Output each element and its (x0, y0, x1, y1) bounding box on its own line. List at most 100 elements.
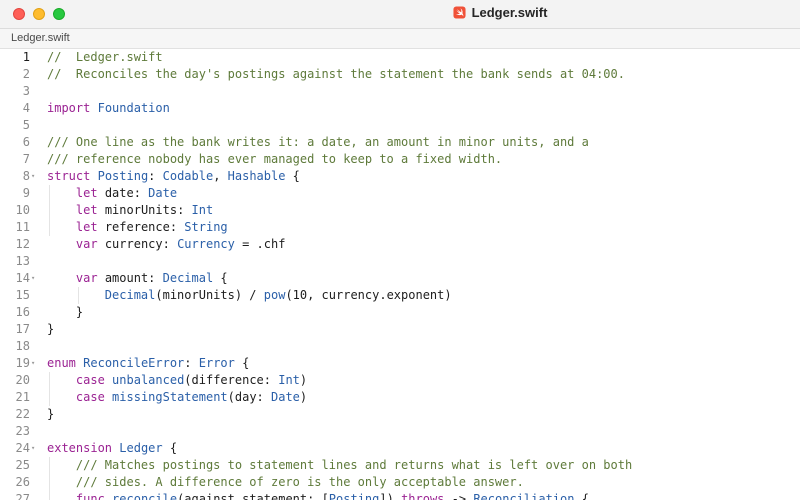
code-token: String (184, 220, 228, 234)
line-number: 19 (15, 356, 30, 370)
code-token: let (75, 203, 98, 217)
fold-chevron-icon[interactable]: ▾ (31, 355, 35, 372)
code-token: Int (191, 203, 214, 217)
code-line[interactable]: 21 case missingStatement(day: Date) (0, 389, 800, 406)
line-number: 9 (22, 186, 30, 200)
code-line[interactable]: 18 (0, 338, 800, 355)
fold-chevron-icon[interactable]: ▾ (31, 168, 35, 185)
code-line[interactable]: 20 case unbalanced(difference: Int) (0, 372, 800, 389)
code-line[interactable]: 2 // Reconciles the day's postings agains… (0, 66, 800, 83)
code-line[interactable]: 3 (0, 83, 800, 100)
code-token: -> (444, 492, 474, 500)
code-token: } (47, 305, 84, 319)
code-line[interactable]: 22} (0, 406, 800, 423)
file-tab[interactable]: Ledger.swift (11, 32, 70, 44)
line-number: 15 (15, 288, 30, 302)
code-editor[interactable]: 1 // Ledger.swift 2 // Reconciles the day's… (0, 49, 800, 500)
code-line[interactable]: 14 ▾ var amount: Decimal { (0, 270, 800, 287)
swift-file-icon (453, 6, 466, 19)
code-token: Int (278, 373, 300, 387)
code-token: minorUnits: (97, 203, 192, 217)
code-token: /// Matches postings to statement lines … (47, 458, 633, 472)
code-token: Decimal (162, 271, 214, 285)
line-number: 11 (15, 220, 30, 234)
line-number: 14 (15, 271, 30, 285)
code-line[interactable]: 16 } (0, 304, 800, 321)
code-line[interactable]: 6 /// One line as the bank writes it: a d… (0, 134, 800, 151)
line-number: 21 (15, 390, 30, 404)
code-text: /// One line as the bank writes it: a da… (47, 134, 589, 151)
code-line[interactable]: 27 func reconcile(against statement: [Po… (0, 491, 800, 500)
code-token: (minorUnits) / (155, 288, 264, 302)
line-number: 10 (15, 203, 30, 217)
code-line[interactable]: 11 let reference: String (0, 219, 800, 236)
code-text: import Foundation (47, 100, 170, 117)
code-token: : (184, 356, 199, 370)
code-line[interactable]: 17} (0, 321, 800, 338)
code-text: /// reference nobody has ever managed to… (47, 151, 502, 168)
code-token: let (75, 186, 98, 200)
code-line[interactable]: 25 /// Matches postings to statement lin… (0, 457, 800, 474)
code-line[interactable]: 12 var currency: Currency = .chf (0, 236, 800, 253)
title-container: Ledger.swift (0, 5, 800, 24)
path-bar: Ledger.swift (0, 29, 800, 49)
code-token: (difference: (184, 373, 279, 387)
code-token: let (75, 220, 98, 234)
code-token: reconcile (112, 492, 178, 500)
line-number: 17 (15, 322, 30, 336)
code-token: amount: (97, 271, 163, 285)
code-token: { (234, 356, 250, 370)
line-number: 18 (15, 339, 30, 353)
code-line[interactable]: 19 ▾ enum ReconcileError: Error { (0, 355, 800, 372)
code-token: /// reference nobody has ever managed to… (47, 152, 503, 166)
code-token: Posting (97, 169, 149, 183)
code-token: var (75, 237, 98, 251)
line-number: 13 (15, 254, 30, 268)
code-line[interactable]: 23 (0, 423, 800, 440)
code-line[interactable]: 1 // Ledger.swift (0, 49, 800, 66)
code-line[interactable]: 24 ▾ extension Ledger { (0, 440, 800, 457)
fold-chevron-icon[interactable]: ▾ (31, 270, 35, 287)
code-text: /// sides. A difference of zero is the o… (47, 474, 524, 491)
window-title: Ledger.swift (453, 5, 547, 20)
code-line[interactable]: 26 /// sides. A difference of zero is th… (0, 474, 800, 491)
code-token: import (47, 101, 91, 115)
code-token: unbalanced (112, 373, 185, 387)
code-token: , (213, 169, 228, 183)
code-token: reference: (97, 220, 185, 234)
code-line[interactable]: 10 let minorUnits: Int (0, 202, 800, 219)
line-number: 16 (15, 305, 30, 319)
code-token: } (47, 322, 55, 336)
code-token: ) (299, 390, 308, 404)
code-token: (10, currency.exponent) (285, 288, 452, 302)
code-text: struct Posting: Codable, Hashable { (47, 168, 300, 185)
line-number: 24 (15, 441, 30, 455)
code-token: extension (47, 441, 113, 455)
code-text: enum ReconcileError: Error { (47, 355, 249, 372)
code-token: Date (271, 390, 300, 404)
fold-chevron-icon[interactable]: ▾ (31, 440, 35, 457)
code-text: extension Ledger { (47, 440, 177, 457)
code-line[interactable]: 7 /// reference nobody has ever managed t… (0, 151, 800, 168)
code-token: Ledger (119, 441, 163, 455)
code-token: struct (47, 169, 91, 183)
code-token: { (285, 169, 300, 183)
code-text: Decimal(minorUnits) / pow(10, currency.e… (47, 287, 452, 304)
line-number: 3 (22, 84, 30, 98)
code-line[interactable]: 4 import Foundation (0, 100, 800, 117)
code-line[interactable]: 9 let date: Date (0, 185, 800, 202)
code-token: // Reconciles the day's postings against… (47, 67, 625, 81)
code-token: date: (97, 186, 149, 200)
code-token: func (75, 492, 105, 500)
code-line[interactable]: 15 Decimal(minorUnits) / pow(10, currenc… (0, 287, 800, 304)
code-line[interactable]: 5 (0, 117, 800, 134)
code-token: Hashable (227, 169, 286, 183)
code-token: = .chf (234, 237, 286, 251)
code-line[interactable]: 8 ▾ struct Posting: Codable, Hashable { (0, 168, 800, 185)
code-line[interactable]: 13 (0, 253, 800, 270)
